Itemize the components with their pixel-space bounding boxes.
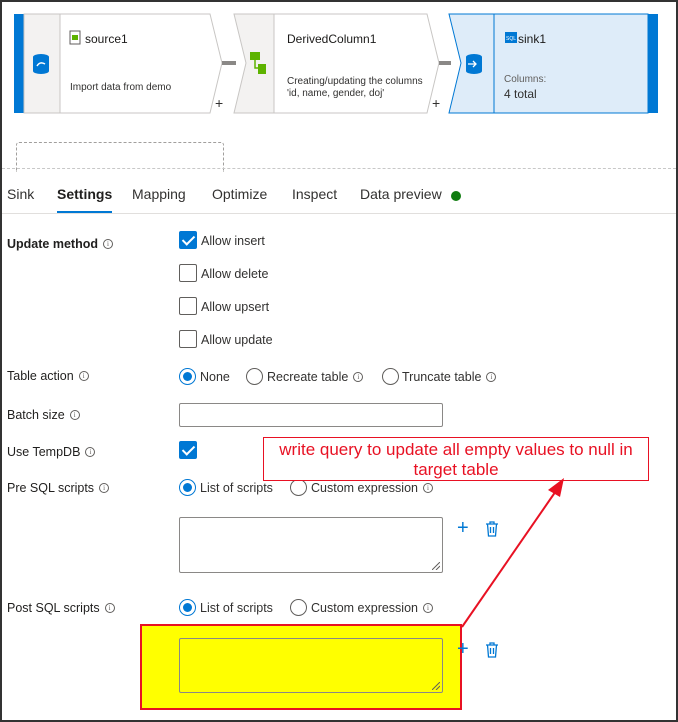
allow-delete-checkbox[interactable]	[179, 264, 197, 282]
sink1-title: sink1	[518, 32, 547, 46]
sink1-columns-value: 4 total	[504, 87, 537, 101]
info-icon[interactable]: i	[423, 603, 433, 613]
allow-insert-label: Allow insert	[201, 234, 265, 248]
tab-mapping[interactable]: Mapping	[132, 186, 186, 202]
pre-sql-expression-label: Custom expression i	[311, 481, 433, 495]
pre-sql-list-radio[interactable]	[179, 479, 196, 496]
table-action-none-label: None	[200, 370, 230, 384]
allow-update-label: Allow update	[201, 333, 273, 347]
resize-handle-icon[interactable]	[432, 682, 440, 690]
batch-size-input[interactable]	[179, 403, 443, 427]
tab-inspect[interactable]: Inspect	[292, 186, 337, 202]
tab-optimize[interactable]: Optimize	[212, 186, 267, 202]
pre-sql-list-label: List of scripts	[200, 481, 273, 495]
post-sql-expression-radio[interactable]	[290, 599, 307, 616]
table-action-label: Table action i	[7, 369, 89, 383]
canvas-divider	[2, 168, 676, 169]
info-icon[interactable]: i	[486, 372, 497, 382]
allow-upsert-label: Allow upsert	[201, 300, 270, 314]
allow-insert-checkbox[interactable]	[179, 231, 197, 249]
add-script-button[interactable]: +	[457, 639, 469, 659]
source-dataset-icon	[33, 54, 49, 74]
data-preview-status-icon	[451, 191, 461, 201]
tab-data-preview[interactable]: Data preview	[360, 186, 442, 202]
source1-title: source1	[85, 32, 128, 46]
add-transform-button[interactable]: +	[432, 95, 440, 111]
update-method-label: Update method i	[7, 237, 113, 251]
batch-size-label: Batch size i	[7, 408, 80, 422]
resize-handle-icon[interactable]	[432, 562, 440, 570]
delete-script-icon[interactable]	[485, 521, 499, 537]
table-action-truncate-label: Truncate table i	[402, 370, 497, 384]
info-icon[interactable]: i	[99, 483, 110, 493]
svg-text:SQL: SQL	[506, 36, 516, 42]
post-sql-list-radio[interactable]	[179, 599, 196, 616]
allow-delete-label: Allow delete	[201, 267, 269, 281]
pipeline-canvas: SQL source1 Import data from demo Derive…	[2, 2, 676, 172]
table-action-recreate-label: Recreate table i	[267, 370, 364, 384]
info-icon[interactable]: i	[104, 603, 115, 613]
derivedcolumn1-description: Creating/updating the columns 'id, name,…	[287, 76, 423, 99]
pre-sql-scripts-label: Pre SQL scripts i	[7, 481, 110, 495]
use-tempdb-label: Use TempDB i	[7, 445, 96, 459]
sql-icon: SQL	[505, 32, 517, 43]
file-icon	[69, 30, 81, 45]
info-icon[interactable]: i	[78, 371, 89, 381]
info-icon[interactable]: i	[69, 410, 80, 420]
sink-dataset-icon	[466, 54, 482, 74]
post-sql-expression-label: Custom expression i	[311, 601, 433, 615]
add-script-button[interactable]: +	[457, 518, 469, 538]
pipeline-nodes-graphic: SQL	[14, 13, 658, 114]
allow-update-checkbox[interactable]	[179, 330, 197, 348]
add-transform-button[interactable]: +	[215, 95, 223, 111]
post-sql-script-textarea[interactable]	[179, 638, 443, 693]
connector-line	[222, 61, 236, 65]
settings-tabs: Sink Settings Mapping Optimize Inspect D…	[2, 172, 676, 214]
tab-sink[interactable]: Sink	[7, 186, 34, 202]
table-action-recreate-radio[interactable]	[246, 368, 263, 385]
tab-settings[interactable]: Settings	[57, 186, 113, 213]
table-action-truncate-radio[interactable]	[382, 368, 399, 385]
post-sql-list-label: List of scripts	[200, 601, 273, 615]
derivedcolumn1-title: DerivedColumn1	[287, 32, 377, 46]
delete-script-icon[interactable]	[485, 642, 499, 658]
info-icon[interactable]: i	[423, 483, 433, 493]
pre-sql-expression-radio[interactable]	[290, 479, 307, 496]
table-action-none-radio[interactable]	[179, 368, 196, 385]
pre-sql-script-textarea[interactable]	[179, 517, 443, 573]
info-icon[interactable]: i	[353, 372, 364, 382]
use-tempdb-checkbox[interactable]	[179, 441, 197, 459]
annotation-callout: write query to update all empty values t…	[263, 437, 649, 481]
source1-description: Import data from demo	[70, 82, 172, 93]
connector-line	[439, 61, 451, 65]
info-icon[interactable]: i	[102, 239, 113, 249]
info-icon[interactable]: i	[85, 447, 96, 457]
allow-upsert-checkbox[interactable]	[179, 297, 197, 315]
sink1-columns-label: Columns:	[504, 74, 547, 85]
post-sql-scripts-label: Post SQL scripts i	[7, 601, 115, 615]
